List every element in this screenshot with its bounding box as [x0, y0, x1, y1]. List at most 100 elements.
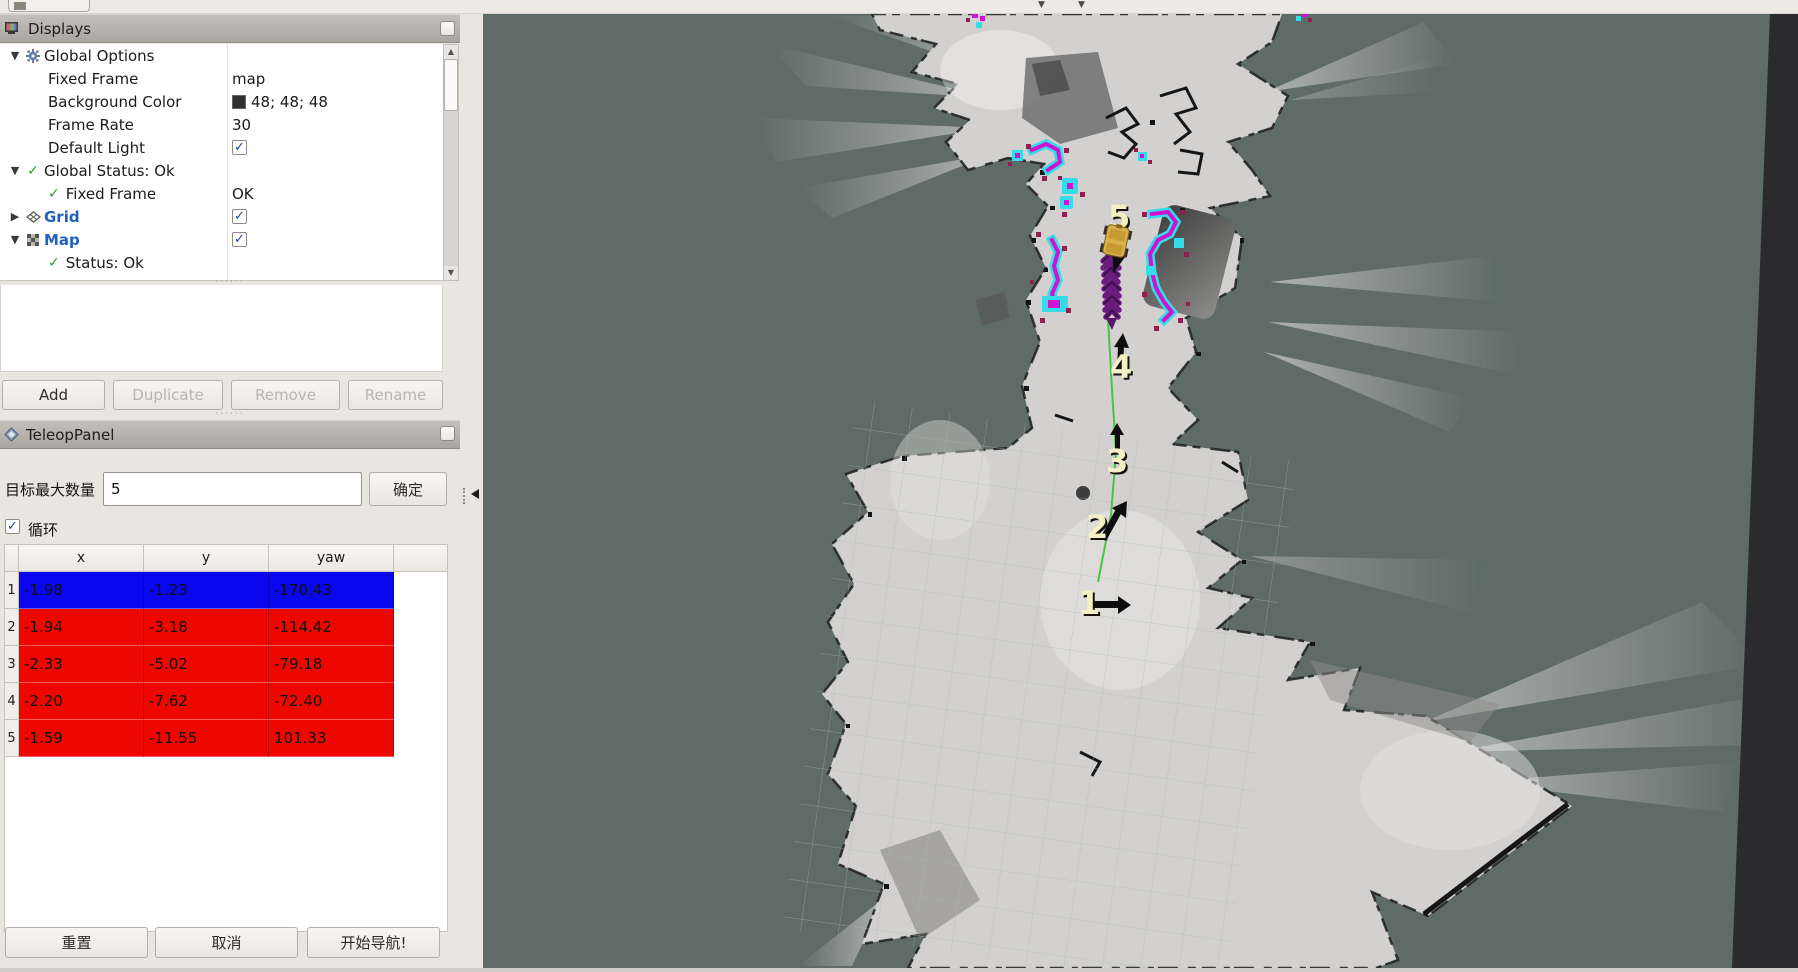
row-index: 2 [5, 609, 19, 646]
status-ok-icon: ✓ [48, 255, 60, 271]
map-canvas: 1 1 2 2 3 3 4 [483, 14, 1798, 968]
cell-y[interactable]: -1.23 [144, 572, 269, 609]
teleop-panel-titlebar[interactable]: TeleopPanel [0, 420, 460, 449]
svg-text:1: 1 [1078, 584, 1100, 622]
row-index: 1 [5, 572, 19, 609]
scroll-up-icon[interactable]: ▲ [444, 45, 458, 59]
tree-row-default-light[interactable]: Default Light ✓ [0, 136, 443, 159]
panel-collapse-icon[interactable] [471, 489, 479, 499]
toolbar-strip: ▼ ▼ [0, 0, 1798, 14]
displays-icon [4, 21, 21, 36]
tree-row-background-color[interactable]: Background Color 48; 48; 48 [0, 90, 443, 113]
displays-float-button[interactable] [440, 21, 455, 36]
svg-text:2: 2 [1086, 508, 1108, 546]
collapse-arrow-icon[interactable]: ▼ [6, 233, 24, 246]
cell-x[interactable]: -2.20 [19, 683, 144, 720]
toolbar-dropdown-icon[interactable]: ▼ [1038, 0, 1045, 10]
map-checkbox[interactable]: ✓ [232, 232, 247, 247]
rviz-3d-view[interactable]: 1 1 2 2 3 3 4 [483, 14, 1798, 968]
svg-text:4: 4 [1110, 348, 1132, 386]
header-yaw[interactable]: yaw [269, 545, 394, 572]
default-light-checkbox[interactable]: ✓ [232, 140, 247, 155]
tree-row-fixed-frame-status[interactable]: ✓ Fixed Frame OK [0, 182, 443, 205]
loop-checkbox[interactable]: ✓ [5, 519, 20, 534]
tree-row-global-status[interactable]: ▼ ✓ Global Status: Ok [0, 159, 443, 182]
table-row[interactable]: 3 -2.33 -5.02 -79.18 [5, 646, 447, 683]
tree-label: Fixed Frame [60, 185, 156, 203]
scroll-down-icon[interactable]: ▼ [444, 266, 458, 280]
cell-yaw[interactable]: -72.40 [269, 683, 394, 720]
cell-y[interactable]: -3.18 [144, 609, 269, 646]
cell-yaw[interactable]: -114.42 [269, 609, 394, 646]
header-y[interactable]: y [144, 545, 269, 572]
displays-empty-area [0, 285, 443, 372]
teleop-float-button[interactable] [440, 426, 455, 441]
splitter-handle[interactable]: ······ [210, 280, 250, 284]
start-navigation-button[interactable]: 开始导航! [307, 927, 440, 958]
tree-label: Fixed Frame [44, 70, 138, 88]
teleop-panel-title: TeleopPanel [26, 426, 114, 444]
tree-label: Global Options [42, 47, 155, 65]
cancel-button[interactable]: 取消 [155, 927, 298, 958]
goal-count-label: 目标最大数量 [5, 479, 95, 500]
collapse-arrow-icon[interactable]: ▼ [6, 164, 24, 177]
svg-text:3: 3 [1106, 442, 1128, 480]
fixed-frame-value[interactable]: map [232, 67, 265, 90]
tree-row-fixed-frame[interactable]: Fixed Frame map [0, 67, 443, 90]
cell-yaw[interactable]: 101.33 [269, 720, 394, 757]
window-bottom-edge [0, 968, 1798, 972]
toolbar-dropdown-icon-2[interactable]: ▼ [1078, 0, 1085, 10]
cell-x[interactable]: -1.94 [19, 609, 144, 646]
displays-tree: ▼ Global Options Fixed Frame map Backgro… [0, 44, 443, 281]
tree-label: Grid [42, 208, 80, 226]
waypoint-table: x y yaw 1 -1.98 -1.23 -170.43 2 -1.94 -3… [4, 544, 448, 932]
background-color-value[interactable]: 48; 48; 48 [232, 90, 328, 113]
frame-rate-value[interactable]: 30 [232, 113, 251, 136]
cell-yaw[interactable]: -79.18 [269, 646, 394, 683]
waypoint-table-header: x y yaw [5, 545, 447, 572]
cell-x[interactable]: -2.33 [19, 646, 144, 683]
confirm-button[interactable]: 确定 [369, 472, 447, 506]
tree-label: Map [42, 231, 80, 249]
row-index: 4 [5, 683, 19, 720]
goal-count-input[interactable] [103, 472, 362, 506]
reset-button[interactable]: 重置 [5, 927, 148, 958]
fixed-frame-status-value: OK [232, 182, 254, 205]
table-row[interactable]: 2 -1.94 -3.18 -114.42 [5, 609, 447, 646]
tree-label: Frame Rate [44, 116, 134, 134]
cell-y[interactable]: -5.02 [144, 646, 269, 683]
tree-label: Default Light [44, 139, 145, 157]
table-row[interactable]: 5 -1.59 -11.55 101.33 [5, 720, 447, 757]
collapse-arrow-icon[interactable]: ▼ [6, 49, 24, 62]
row-index: 5 [5, 720, 19, 757]
panel-splitter-handle[interactable]: ······ [210, 412, 250, 416]
panel-resize-handle[interactable] [463, 488, 467, 504]
grid-overlay [782, 400, 1298, 968]
expand-arrow-icon[interactable]: ▶ [6, 210, 24, 223]
tree-row-map[interactable]: ▼ Map ✓ [0, 228, 443, 251]
tree-scrollbar[interactable]: ▲ ▼ [443, 44, 459, 281]
tree-row-global-options[interactable]: ▼ Global Options [0, 44, 443, 67]
remove-button[interactable]: Remove [231, 380, 340, 410]
tree-row-map-status-partial[interactable]: ✓ Status: Ok [0, 251, 443, 274]
table-row[interactable]: 1 -1.98 -1.23 -170.43 [5, 572, 447, 609]
displays-panel-titlebar[interactable]: Displays [0, 14, 460, 43]
cell-y[interactable]: -7.62 [144, 683, 269, 720]
tree-label: Global Status: Ok [42, 162, 175, 180]
background-color-text: 48; 48; 48 [251, 93, 328, 111]
cell-x[interactable]: -1.59 [19, 720, 144, 757]
cell-y[interactable]: -11.55 [144, 720, 269, 757]
tree-row-grid[interactable]: ▶ Grid ✓ [0, 205, 443, 228]
add-button[interactable]: Add [2, 380, 105, 410]
header-x[interactable]: x [19, 545, 144, 572]
cell-x[interactable]: -1.98 [19, 572, 144, 609]
tree-row-frame-rate[interactable]: Frame Rate 30 [0, 113, 443, 136]
scrollbar-thumb[interactable] [444, 59, 458, 111]
cell-yaw[interactable]: -170.43 [269, 572, 394, 609]
duplicate-button[interactable]: Duplicate [113, 380, 223, 410]
rename-button[interactable]: Rename [348, 380, 443, 410]
header-filler [394, 545, 447, 572]
teleop-panel-icon [4, 427, 19, 442]
grid-checkbox[interactable]: ✓ [232, 209, 247, 224]
table-row[interactable]: 4 -2.20 -7.62 -72.40 [5, 683, 447, 720]
